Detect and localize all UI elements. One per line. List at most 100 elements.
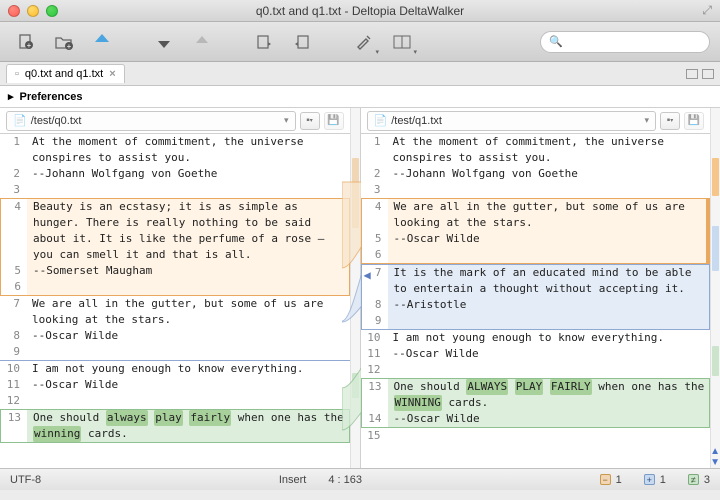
editor-tab[interactable]: ▫ q0.txt and q1.txt ×	[6, 64, 125, 83]
changed-count: ≠3	[688, 474, 710, 486]
code-line: 2--Johann Wolfgang von Goethe	[0, 166, 350, 182]
line-number: 2	[0, 166, 26, 182]
code-line: 9	[362, 313, 710, 329]
line-text: At the moment of commitment, the univers…	[26, 134, 350, 166]
line-number: 10	[361, 330, 387, 346]
settings-button[interactable]: ▾	[348, 28, 380, 56]
code-line: 4Beauty is an ecstasy; it is as simple a…	[1, 199, 349, 263]
diff-panes: 📄 /test/q0.txt ▾ ▪▾ 💾 1At the moment of …	[0, 108, 720, 468]
preferences-bar[interactable]: ▸ Preferences	[0, 86, 720, 108]
next-diff-button[interactable]	[148, 28, 180, 56]
added-count: +1	[644, 474, 666, 486]
sync-button[interactable]	[86, 28, 118, 56]
left-path-input[interactable]: 📄 /test/q0.txt ▾	[6, 111, 296, 131]
new-file-button[interactable]: +	[10, 28, 42, 56]
sync-arrows[interactable]: ▲▼	[710, 446, 720, 468]
code-line: 12	[361, 362, 711, 378]
right-path-bar: 📄 /test/q1.txt ▾ ▪▾ 💾	[361, 108, 711, 134]
code-line: 8--Oscar Wilde	[0, 328, 350, 344]
code-line: 7It is the mark of an educated mind to b…	[362, 265, 710, 297]
code-line: 1At the moment of commitment, the univer…	[361, 134, 711, 166]
code-line: 5--Oscar Wilde	[362, 231, 707, 247]
line-text: We are all in the gutter, but some of us…	[388, 199, 707, 231]
line-number: 9	[362, 313, 388, 329]
right-editor[interactable]: 1At the moment of commitment, the univer…	[361, 134, 711, 468]
copy-left-button[interactable]	[248, 28, 280, 56]
line-number: 4	[1, 199, 27, 263]
left-browse-button[interactable]: ▪▾	[300, 112, 320, 130]
minimize-pane-button[interactable]	[686, 69, 698, 79]
right-path-text: /test/q1.txt	[391, 115, 442, 127]
line-text: I am not young enough to know everything…	[26, 361, 350, 377]
left-editor[interactable]: 1At the moment of commitment, the univer…	[0, 134, 350, 468]
insert-mode-indicator[interactable]: Insert	[279, 474, 307, 486]
code-line: 12	[0, 393, 350, 409]
line-text	[387, 182, 711, 198]
line-number: 1	[0, 134, 26, 166]
code-line: 11--Oscar Wilde	[0, 377, 350, 393]
line-text	[26, 344, 350, 360]
file-icon: 📄	[13, 114, 27, 127]
search-input[interactable]: 🔍	[540, 31, 710, 53]
search-icon: 🔍	[549, 35, 563, 48]
line-text: --Somerset Maugham	[27, 263, 349, 279]
neq-icon: ≠	[688, 474, 699, 485]
code-line: 6	[362, 247, 707, 263]
new-folder-button[interactable]: +	[48, 28, 80, 56]
svg-text:+: +	[67, 42, 72, 51]
line-text	[26, 393, 350, 409]
svg-text:+: +	[27, 41, 32, 50]
cursor-position: 4 : 163	[328, 474, 362, 486]
chevron-down-icon[interactable]: ▾	[284, 115, 289, 126]
line-text: We are all in the gutter, but some of us…	[26, 296, 350, 328]
status-bar: UTF-8 Insert 4 : 163 −1 +1 ≠3	[0, 468, 720, 490]
line-number: 1	[361, 134, 387, 166]
line-text	[388, 313, 710, 329]
line-text	[26, 182, 350, 198]
file-icon: 📄	[374, 114, 388, 127]
encoding-indicator[interactable]: UTF-8	[10, 474, 41, 486]
tab-bar: ▫ q0.txt and q1.txt ×	[0, 62, 720, 86]
copy-right-button[interactable]	[286, 28, 318, 56]
diff-block-changed: 13One should ALWAYS PLAY FAIRLY when one…	[361, 378, 711, 428]
maximize-pane-button[interactable]	[702, 69, 714, 79]
window-title: q0.txt and q1.txt - Deltopia DeltaWalker	[0, 4, 720, 18]
line-text: --Oscar Wilde	[387, 346, 711, 362]
line-text: --Oscar Wilde	[26, 377, 350, 393]
close-tab-button[interactable]: ×	[109, 68, 115, 80]
diff-block-changed: 13One should always play fairly when one…	[0, 409, 350, 443]
line-text: At the moment of commitment, the univers…	[387, 134, 711, 166]
merge-left-icon[interactable]: ◀	[364, 267, 371, 283]
code-line: 1At the moment of commitment, the univer…	[0, 134, 350, 166]
layout-button[interactable]: ▾	[386, 28, 418, 56]
line-text: --Oscar Wilde	[388, 231, 707, 247]
titlebar: q0.txt and q1.txt - Deltopia DeltaWalker…	[0, 0, 720, 22]
code-line: 7We are all in the gutter, but some of u…	[0, 296, 350, 328]
left-overview-ruler[interactable]	[350, 108, 360, 468]
right-overview-ruler[interactable]: ▲▼	[710, 108, 720, 468]
line-number: 11	[0, 377, 26, 393]
chevron-down-icon[interactable]: ▾	[644, 115, 649, 126]
code-line: 10I am not young enough to know everythi…	[361, 330, 711, 346]
right-path-input[interactable]: 📄 /test/q1.txt ▾	[367, 111, 657, 131]
line-number: 3	[361, 182, 387, 198]
line-number: 15	[361, 428, 387, 444]
line-text	[387, 362, 711, 378]
line-number: 11	[361, 346, 387, 362]
prev-diff-button[interactable]	[186, 28, 218, 56]
diff-block-deleted: 4Beauty is an ecstasy; it is as simple a…	[0, 198, 350, 296]
preferences-label: Preferences	[20, 91, 83, 103]
line-text: Beauty is an ecstasy; it is as simple as…	[27, 199, 349, 263]
code-line: 2--Johann Wolfgang von Goethe	[361, 166, 711, 182]
line-number: 10	[0, 361, 26, 377]
diff-block-added: ◀7It is the mark of an educated mind to …	[361, 264, 711, 330]
right-browse-button[interactable]: ▪▾	[660, 112, 680, 130]
minus-icon: −	[600, 474, 611, 485]
left-save-button[interactable]: 💾	[324, 112, 344, 130]
line-text	[27, 279, 349, 295]
line-number: 2	[361, 166, 387, 182]
line-number: 7	[0, 296, 26, 328]
line-text: --Aristotle	[388, 297, 710, 313]
line-text: --Johann Wolfgang von Goethe	[387, 166, 711, 182]
right-save-button[interactable]: 💾	[684, 112, 704, 130]
